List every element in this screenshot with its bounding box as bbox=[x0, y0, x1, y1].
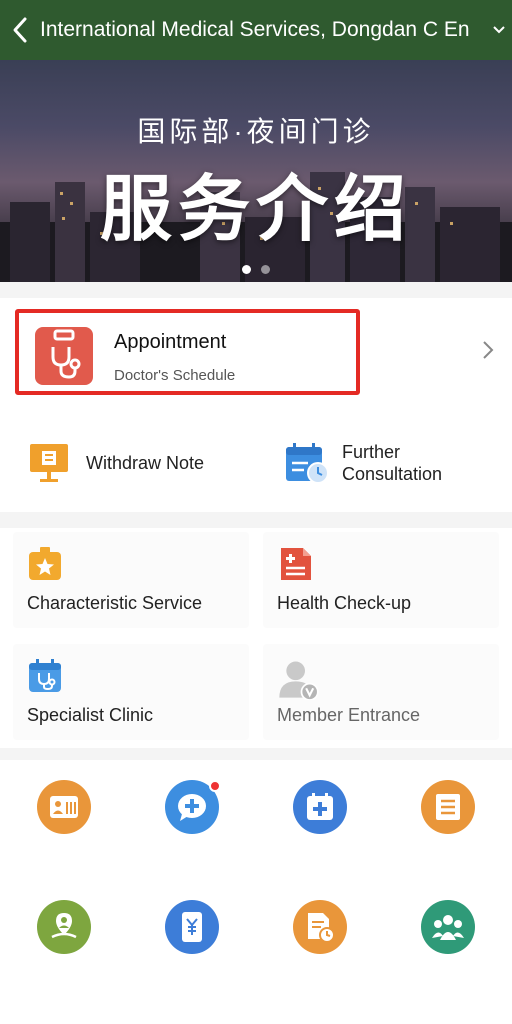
easel-note-icon bbox=[30, 444, 68, 482]
receipt-button[interactable] bbox=[421, 780, 475, 834]
location-person-icon bbox=[51, 913, 77, 939]
star-bag-icon bbox=[29, 547, 61, 580]
receipt-icon bbox=[436, 794, 460, 820]
divider bbox=[0, 282, 512, 298]
group-button[interactable] bbox=[421, 900, 475, 954]
chevron-right-icon bbox=[483, 341, 494, 359]
page-title: International Medical Services, Dongdan … bbox=[40, 18, 470, 41]
chat-plus-button[interactable] bbox=[165, 780, 221, 834]
stethoscope-calendar-icon bbox=[29, 659, 61, 692]
divider bbox=[0, 512, 512, 528]
divider bbox=[0, 748, 512, 760]
document-clock-icon bbox=[308, 913, 335, 943]
chat-plus-icon bbox=[178, 794, 206, 821]
appointment-highlight: Appointment Doctor's Schedule bbox=[15, 309, 360, 395]
promo-banner[interactable]: 国际部·夜间门诊 服务介绍 bbox=[0, 60, 512, 282]
back-button[interactable] bbox=[0, 0, 40, 60]
appointment-row[interactable]: Appointment Doctor's Schedule bbox=[0, 298, 512, 408]
quick-action-label: Withdraw Note bbox=[86, 453, 205, 473]
card-label: Member Entrance bbox=[277, 705, 421, 725]
id-card-button[interactable] bbox=[37, 780, 91, 834]
yen-phone-icon bbox=[182, 912, 202, 942]
hospital-dropdown-button[interactable] bbox=[486, 25, 512, 35]
member-entrance-card[interactable]: Member Entrance bbox=[263, 644, 499, 740]
specialist-clinic-card[interactable]: Specialist Clinic bbox=[13, 644, 249, 740]
group-icon bbox=[432, 915, 464, 940]
quick-action-label: Further Consultation bbox=[342, 442, 443, 484]
banner-subtitle: 国际部·夜间门诊 bbox=[137, 116, 375, 147]
withdraw-note-button[interactable]: Withdraw Note bbox=[28, 414, 204, 512]
appointment-title: Appointment bbox=[114, 331, 227, 353]
vip-member-icon bbox=[279, 661, 319, 700]
carousel-dots bbox=[0, 265, 512, 274]
notification-badge bbox=[209, 780, 221, 792]
card-label: Characteristic Service bbox=[27, 593, 203, 613]
banner-title: 服务介绍 bbox=[99, 166, 412, 251]
medical-report-icon bbox=[281, 548, 311, 580]
stethoscope-bag-icon bbox=[35, 327, 93, 385]
id-card-icon bbox=[50, 796, 78, 818]
calendar-clock-icon bbox=[286, 443, 329, 484]
medical-box-button[interactable] bbox=[293, 780, 347, 834]
card-label: Specialist Clinic bbox=[27, 705, 154, 725]
appointment-subtitle: Doctor's Schedule bbox=[114, 367, 236, 384]
characteristic-service-card[interactable]: Characteristic Service bbox=[13, 532, 249, 628]
yen-phone-button[interactable] bbox=[165, 900, 219, 954]
back-arrow-icon bbox=[13, 17, 27, 43]
carousel-dot[interactable] bbox=[261, 265, 270, 274]
top-bar: International Medical Services, Dongdan … bbox=[0, 0, 512, 60]
quick-actions: Withdraw Note Further Consultation bbox=[0, 414, 512, 512]
location-person-button[interactable] bbox=[37, 900, 91, 954]
further-consultation-button[interactable]: Further Consultation bbox=[284, 414, 472, 512]
medical-box-icon bbox=[307, 793, 333, 820]
card-label: Health Check-up bbox=[277, 593, 412, 613]
chevron-down-icon bbox=[493, 26, 505, 34]
carousel-dot-active[interactable] bbox=[242, 265, 251, 274]
document-clock-button[interactable] bbox=[293, 900, 347, 954]
health-check-up-card[interactable]: Health Check-up bbox=[263, 532, 499, 628]
